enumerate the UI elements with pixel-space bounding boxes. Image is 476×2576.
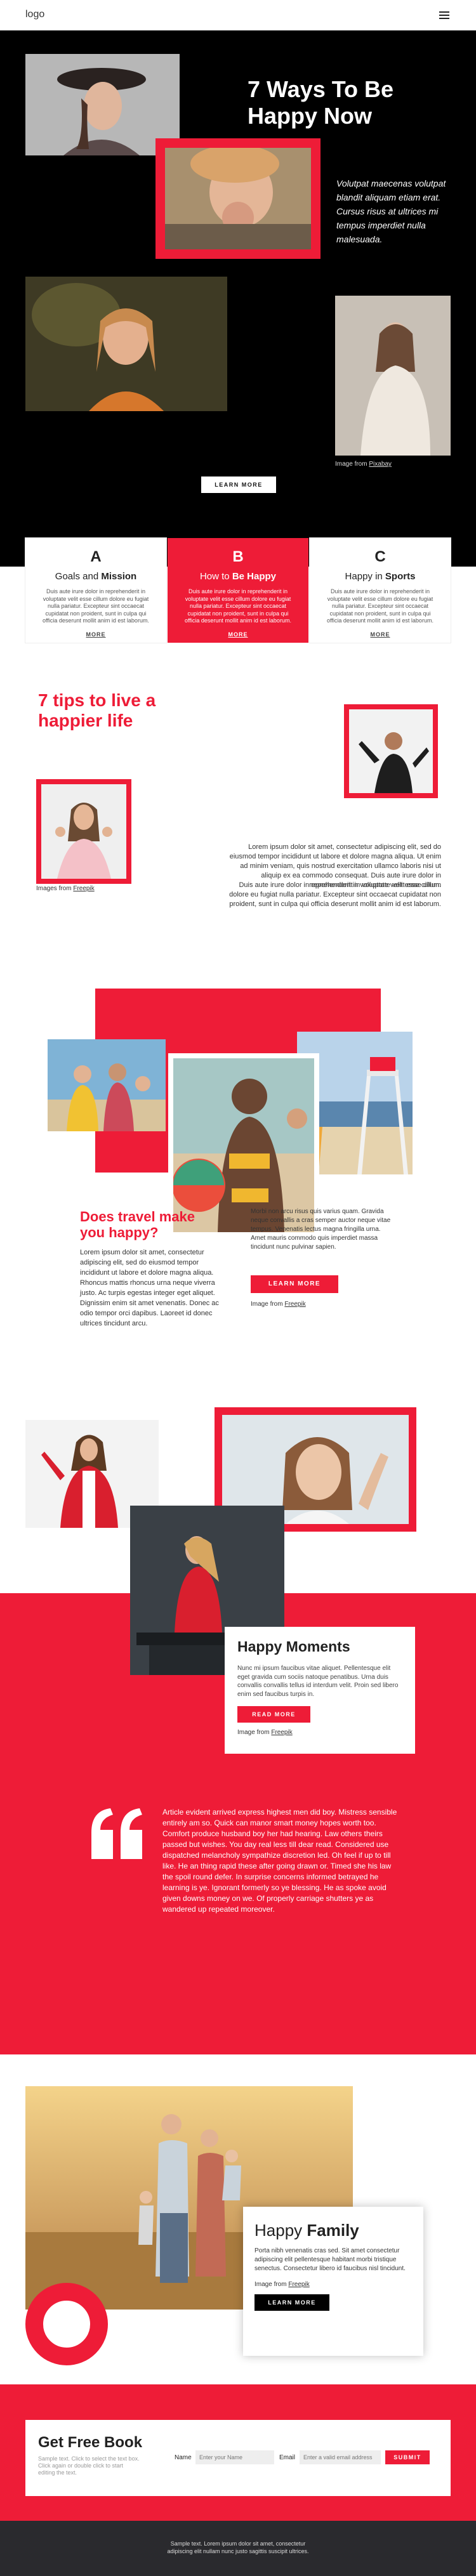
tips-photo-woman-frame xyxy=(36,779,131,884)
travel-heading: Does travel make you happy? xyxy=(80,1209,195,1240)
site-header: logo xyxy=(0,0,476,30)
logo[interactable]: logo xyxy=(25,9,44,20)
tips-image-credit: Images from Freepik xyxy=(36,885,95,892)
hero-lead-text: Volutpat maecenas volutpat blandit aliqu… xyxy=(336,178,446,244)
feature-title: How to Be Happy xyxy=(199,571,277,582)
free-book-subtitle: Sample text. Click to select the text bo… xyxy=(38,2455,140,2476)
moments-text: Nunc mi ipsum faucibus vitae aliquet. Pe… xyxy=(237,1665,399,1698)
freepik-link[interactable]: Freepik xyxy=(288,2281,309,2288)
hero-section: 7 Ways To Be Happy Now Volutpat maecenas … xyxy=(0,30,476,506)
family-text: Porta nibh venenatis cras sed. Sit amet … xyxy=(255,2247,406,2272)
freepik-link[interactable]: Freepik xyxy=(284,1301,305,1308)
email-label: Email xyxy=(279,2454,296,2461)
hero-photo-sweater-woman xyxy=(335,296,451,456)
name-input[interactable] xyxy=(195,2450,274,2464)
free-book-form: Get Free Book Sample text. Click to sele… xyxy=(25,2420,451,2496)
moments-heading: Happy Moments xyxy=(237,1638,350,1655)
feature-card-be-happy: B How to Be Happy Duis aute irure dolor … xyxy=(168,538,308,643)
travel-right-text: Morbi non arcu risus quis varius quam. G… xyxy=(251,1208,391,1251)
submit-button[interactable]: SUBMIT xyxy=(385,2450,430,2464)
free-book-heading: Get Free Book xyxy=(38,2434,143,2451)
family-card: Happy Family Porta nibh venenatis cras s… xyxy=(243,2207,423,2356)
quote-text: Article evident arrived express highest … xyxy=(162,1808,397,1914)
travel-image-credit: Image from Freepik xyxy=(251,1301,306,1308)
tips-photo-man-frame xyxy=(344,704,438,798)
travel-learn-more-button[interactable]: LEARN MORE xyxy=(251,1275,338,1293)
family-learn-more-button[interactable]: LEARN MORE xyxy=(255,2294,329,2311)
hero-learn-more-button[interactable]: LEARN MORE xyxy=(201,476,276,493)
decorative-red-ring xyxy=(25,2283,108,2365)
tips-section: 7 tips to live a happier life Lorem ipsu… xyxy=(0,652,476,989)
feature-card-sports: C Happy in Sports Duis aute irure dolor … xyxy=(310,538,451,643)
feature-title: Happy in Sports xyxy=(345,571,416,582)
feature-letter: A xyxy=(90,548,102,565)
tips-heading: 7 tips to live a happier life xyxy=(38,690,156,730)
moments-read-more-button[interactable]: READ MORE xyxy=(237,1706,310,1723)
feature-more-link[interactable]: MORE xyxy=(310,631,451,638)
feature-letter: B xyxy=(232,548,244,565)
quote-icon xyxy=(89,1808,146,1859)
family-heading: Happy Family xyxy=(255,2221,359,2240)
moments-card: Happy Moments Nunc mi ipsum faucibus vit… xyxy=(225,1627,415,1754)
feature-text: Duis aute irure dolor in reprehenderit i… xyxy=(185,588,291,624)
collage-photo-friends xyxy=(48,1039,166,1131)
feature-text: Duis aute irure dolor in reprehenderit i… xyxy=(43,588,149,624)
feature-card-goals: A Goals and Mission Duis aute irure dolo… xyxy=(25,538,166,643)
site-footer: Sample text. Lorem ipsum dolor sit amet,… xyxy=(0,2521,476,2576)
feature-more-link[interactable]: MORE xyxy=(168,631,308,638)
hero-photo-frame xyxy=(155,138,321,259)
family-image-credit: Image from Freepik xyxy=(255,2281,310,2288)
travel-section: Does travel make you happy? Lorem ipsum … xyxy=(0,989,476,1407)
page-title: 7 Ways To Be Happy Now xyxy=(248,76,394,129)
name-label: Name xyxy=(175,2454,192,2461)
email-input[interactable] xyxy=(300,2450,381,2464)
family-section: Happy Family Porta nibh venenatis cras s… xyxy=(0,2054,476,2384)
free-book-section: Get Free Book Sample text. Click to sele… xyxy=(0,2384,476,2521)
freepik-link[interactable]: Freepik xyxy=(73,885,94,892)
hero-photo-smiling-woman xyxy=(25,277,227,411)
hero-image-credit: Image from Pixabay xyxy=(335,461,392,468)
features-section: A Goals and Mission Duis aute irure dolo… xyxy=(0,506,476,652)
tips-paragraph-2: Duis aute irure dolor in reprehenderit i… xyxy=(229,881,441,908)
moments-image-credit: Image from Freepik xyxy=(237,1729,293,1736)
freepik-link[interactable]: Freepik xyxy=(271,1729,292,1736)
pixabay-link[interactable]: Pixabay xyxy=(369,461,392,468)
feature-text: Duis aute irure dolor in reprehenderit i… xyxy=(327,588,433,624)
footer-text: Sample text. Lorem ipsum dolor sit amet,… xyxy=(167,2540,309,2554)
moments-section: Happy Moments Nunc mi ipsum faucibus vit… xyxy=(0,1407,476,2054)
travel-left-text: Lorem ipsum dolor sit amet, consectetur … xyxy=(80,1249,219,1327)
feature-more-link[interactable]: MORE xyxy=(25,631,166,638)
feature-letter: C xyxy=(374,548,386,565)
feature-title: Goals and Mission xyxy=(55,571,137,582)
hamburger-menu-icon[interactable] xyxy=(439,11,449,19)
